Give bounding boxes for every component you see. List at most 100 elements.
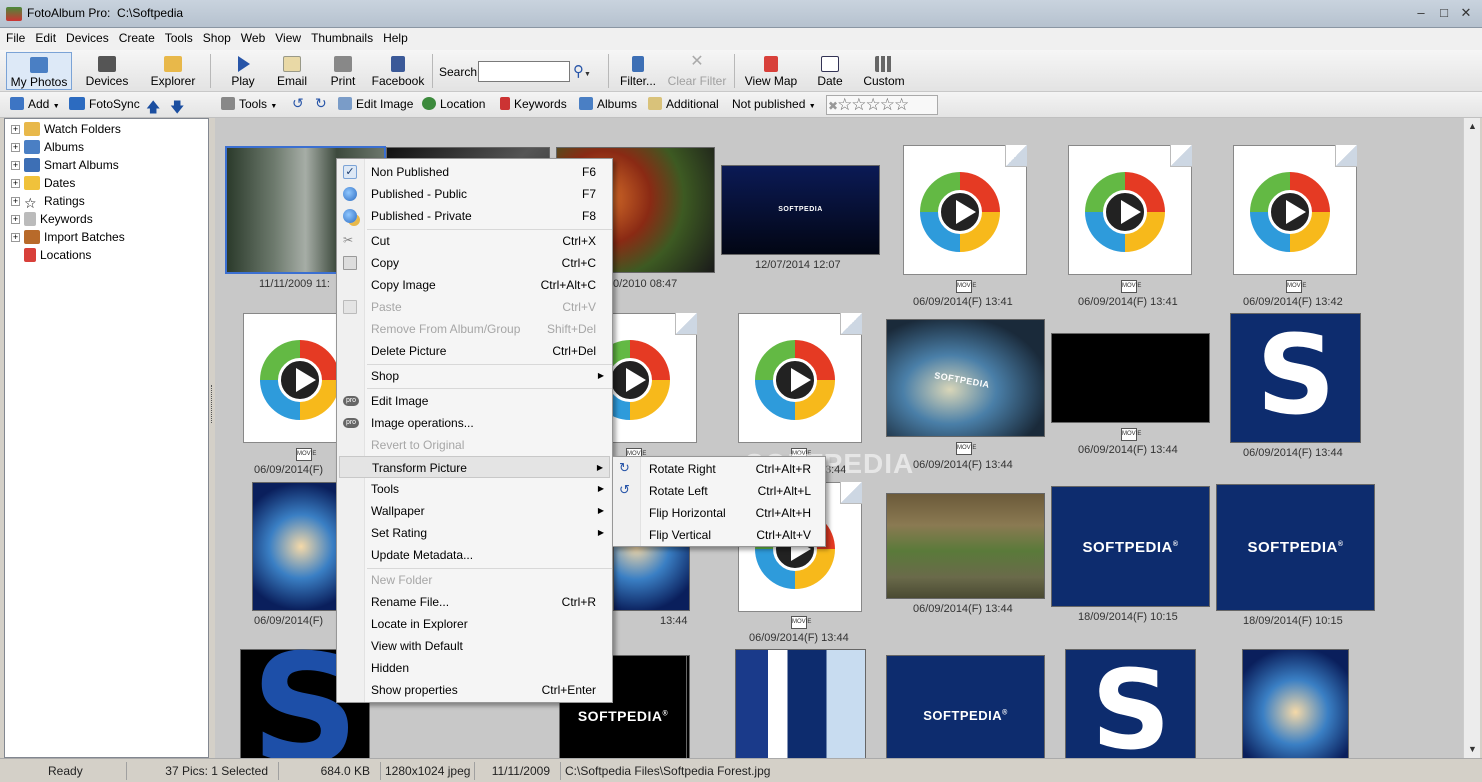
my-photos-button[interactable]: My Photos [6, 52, 72, 90]
menu-item-non-published[interactable]: ✓ Non Published F6 [339, 161, 610, 183]
menu-item-new-folder[interactable]: New Folder [339, 569, 610, 591]
scroll-down-icon[interactable]: ▼ [1464, 741, 1481, 758]
expand-icon[interactable]: + [11, 197, 20, 206]
expand-icon[interactable]: + [11, 161, 20, 170]
menu-item-delete-picture[interactable]: Delete Picture Ctrl+Del [339, 340, 610, 362]
menu-item-copy-image[interactable]: Copy Image Ctrl+Alt+C [339, 274, 610, 296]
edit-image-button[interactable]: Edit Image [338, 97, 413, 111]
pixelated-softpedia-thumbnail[interactable] [735, 649, 866, 758]
menu-item-revert-to-original[interactable]: Revert to Original [339, 434, 610, 456]
menu-item-locate-in-explorer[interactable]: Locate in Explorer [339, 613, 610, 635]
video-file-thumbnail[interactable] [1233, 145, 1357, 275]
menu-item-show-properties[interactable]: Show properties Ctrl+Enter [339, 679, 610, 701]
tree-item-dates[interactable]: + Dates [11, 176, 75, 194]
menu-item-cut[interactable]: ✂ Cut Ctrl+X [339, 230, 610, 252]
softpedia-banner-thumbnail[interactable]: SOFTPEDIA [721, 165, 880, 255]
keywords-button[interactable]: Keywords [500, 97, 567, 111]
menu-devices[interactable]: Devices [60, 28, 113, 45]
menu-item-rename-file[interactable]: Rename File... Ctrl+R [339, 591, 610, 613]
clear-filter-button[interactable]: ✕ Clear Filter [666, 52, 728, 90]
additional-button[interactable]: Additional [648, 97, 719, 111]
scroll-up-icon[interactable]: ▲ [1464, 118, 1481, 135]
softpedia-logo-thumbnail[interactable]: SOFTPEDIA® [1216, 484, 1375, 611]
softpedia-logo-thumbnail[interactable]: SOFTPEDIA® [886, 655, 1045, 758]
expand-icon[interactable]: + [11, 233, 20, 242]
tree-item-import-batches[interactable]: + Import Batches [11, 230, 125, 248]
menu-item-rotate-left[interactable]: ↺ Rotate Left Ctrl+Alt+L [615, 480, 825, 502]
menu-tools[interactable]: Tools [159, 28, 197, 45]
search-input[interactable] [478, 61, 570, 82]
published-dropdown[interactable]: Not published ▼ [732, 97, 816, 111]
menu-item-hidden[interactable]: Hidden [339, 657, 610, 679]
email-button[interactable]: Email [272, 52, 312, 90]
menu-thumbnails[interactable]: Thumbnails [305, 28, 377, 45]
menu-item-flip-horizontal[interactable]: Flip Horizontal Ctrl+Alt+H [615, 502, 825, 524]
menu-item-image-operations[interactable]: pro Image operations... [339, 412, 610, 434]
expand-icon[interactable]: + [11, 179, 20, 188]
tree-item-watch-folders[interactable]: + Watch Folders [11, 122, 121, 140]
menu-view[interactable]: View [269, 28, 305, 45]
menu-item-published-public[interactable]: Published - Public F7 [339, 183, 610, 205]
black-image-thumbnail[interactable] [1051, 333, 1210, 423]
facebook-button[interactable]: Facebook [370, 52, 426, 90]
tree-item-albums[interactable]: + Albums [11, 140, 84, 158]
menu-shop[interactable]: Shop [197, 28, 235, 45]
tree-item-smart-albums[interactable]: + Smart Albums [11, 158, 119, 176]
rating-stars[interactable]: ✖☆☆☆☆☆ [826, 95, 938, 115]
cobblestone-photo[interactable] [886, 493, 1045, 599]
menu-item-view-with-default[interactable]: View with Default [339, 635, 610, 657]
tree-item-ratings[interactable]: + ☆ Ratings [11, 194, 85, 212]
menu-item-wallpaper[interactable]: Wallpaper ▶ [339, 500, 610, 522]
tree-item-keywords[interactable]: + Keywords [11, 212, 93, 230]
softpedia-s-art-thumbnail[interactable] [1242, 649, 1349, 758]
filter-button[interactable]: Filter... [616, 52, 660, 90]
tree-item-locations[interactable]: Locations [24, 248, 91, 266]
menu-item-copy[interactable]: Copy Ctrl+C [339, 252, 610, 274]
splitter-grip[interactable] [211, 385, 213, 423]
search-icon[interactable]: ⚲▼ [573, 62, 599, 82]
view-map-button[interactable]: View Map [742, 52, 800, 90]
video-file-thumbnail[interactable] [738, 313, 862, 443]
tools-button[interactable]: Tools ▼ [221, 97, 277, 111]
print-button[interactable]: Print [326, 52, 360, 90]
custom-button[interactable]: Custom [860, 52, 908, 90]
location-button[interactable]: Location [422, 97, 485, 111]
play-button[interactable]: Play [226, 52, 260, 90]
menu-help[interactable]: Help [377, 28, 412, 45]
menu-item-published-private[interactable]: Published - Private F8 [339, 205, 610, 227]
menu-item-rotate-right[interactable]: ↻ Rotate Right Ctrl+Alt+R [615, 458, 825, 480]
menu-item-paste[interactable]: Paste Ctrl+V [339, 296, 610, 318]
vertical-scrollbar[interactable]: ▲ ▼ [1463, 118, 1480, 758]
menu-edit[interactable]: Edit [29, 28, 60, 45]
menu-item-edit-image[interactable]: pro Edit Image [339, 390, 610, 412]
video-file-thumbnail[interactable] [903, 145, 1027, 275]
minimize-button[interactable]: – [1410, 4, 1432, 22]
menu-item-flip-vertical[interactable]: Flip Vertical Ctrl+Alt+V [615, 524, 825, 546]
close-button[interactable]: ✕ [1455, 4, 1477, 22]
add-button[interactable]: Add ▼ [10, 97, 60, 111]
expand-icon[interactable]: + [11, 125, 20, 134]
video-file-thumbnail[interactable] [1068, 145, 1192, 275]
menu-item-remove-from-album[interactable]: Remove From Album/Group Shift+Del [339, 318, 610, 340]
menu-web[interactable]: Web [235, 28, 269, 45]
fotosync-button[interactable]: FotoSync [69, 97, 140, 111]
softpedia-s-thumbnail[interactable]: S [1230, 311, 1361, 443]
menu-item-transform-picture[interactable]: Transform Picture ▶ [339, 456, 610, 478]
expand-icon[interactable]: + [11, 143, 20, 152]
albums-button[interactable]: Albums [579, 97, 637, 111]
menu-item-tools[interactable]: Tools ▶ [339, 478, 610, 500]
softpedia-s-thumbnail[interactable]: S [1065, 646, 1196, 758]
devices-button[interactable]: Devices [80, 52, 134, 90]
menu-create[interactable]: Create [113, 28, 159, 45]
softpedia-logo-thumbnail[interactable]: SOFTPEDIA® [1051, 486, 1210, 607]
date-button[interactable]: Date [814, 52, 846, 90]
maximize-button[interactable]: □ [1433, 4, 1455, 22]
menu-item-set-rating[interactable]: Set Rating ▶ [339, 522, 610, 544]
rotate-right-icon[interactable]: ↻ [315, 95, 327, 112]
softpedia-glass-photo[interactable]: SOFTPEDIA [886, 319, 1045, 437]
expand-icon[interactable]: + [11, 215, 20, 224]
menu-item-update-metadata[interactable]: Update Metadata... [339, 544, 610, 566]
rotate-left-icon[interactable]: ↺ [292, 95, 304, 112]
clear-rating-icon[interactable]: ✖ [828, 99, 838, 113]
menu-file[interactable]: File [0, 28, 29, 45]
